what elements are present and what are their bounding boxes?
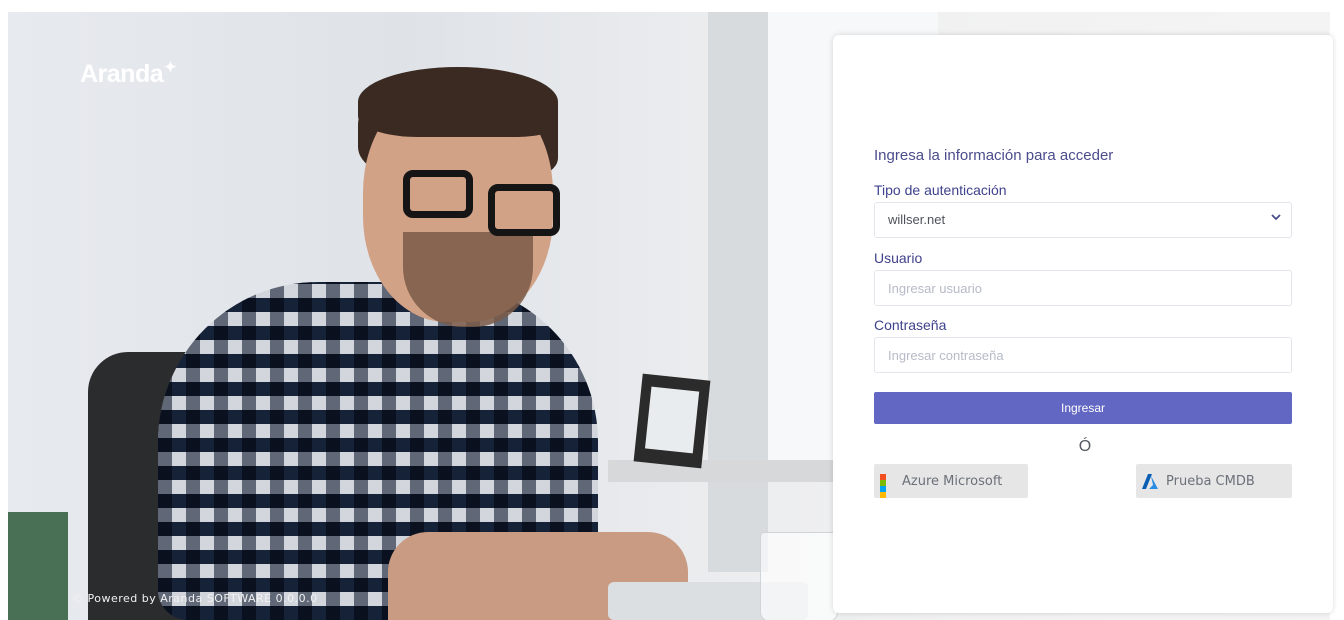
- glasses-right-lens: [488, 184, 560, 236]
- microsoft-logo-icon: [880, 474, 894, 498]
- logo-spark-icon: ✦: [164, 59, 177, 76]
- azure-logo-icon: [1142, 473, 1158, 489]
- prueba-cmdb-label: Prueba CMDB: [1166, 473, 1255, 489]
- login-card: Ingresa la información para acceder Tipo…: [833, 35, 1333, 613]
- auth-type-select[interactable]: willser.net: [874, 202, 1292, 238]
- logo-text: Aranda: [80, 60, 164, 88]
- water-glass: [760, 532, 838, 620]
- auth-type-label: Tipo de autenticación: [874, 182, 1007, 198]
- chevron-down-icon: [1271, 214, 1281, 221]
- person-hair-top: [358, 67, 558, 137]
- username-input[interactable]: [874, 270, 1292, 306]
- powered-by-footer: © Powered by Aranda SOFTWARE 0.0.0.0: [72, 592, 318, 605]
- window-frame: [708, 12, 768, 572]
- glasses-left-lens: [403, 170, 473, 218]
- plant: [8, 512, 68, 620]
- aranda-logo: Aranda✦: [80, 59, 177, 89]
- password-input[interactable]: [874, 337, 1292, 373]
- prueba-cmdb-button[interactable]: Prueba CMDB: [1136, 464, 1292, 498]
- login-heading: Ingresa la información para acceder: [874, 147, 1114, 164]
- username-label: Usuario: [874, 250, 923, 266]
- password-label: Contraseña: [874, 317, 947, 333]
- picture-frame: [633, 373, 711, 469]
- or-separator: Ó: [1078, 438, 1092, 455]
- login-button[interactable]: Ingresar: [874, 392, 1292, 424]
- azure-microsoft-button[interactable]: Azure Microsoft: [874, 464, 1028, 498]
- azure-microsoft-label: Azure Microsoft: [902, 473, 1003, 489]
- shelf: [608, 460, 868, 482]
- auth-type-value: willser.net: [888, 212, 946, 227]
